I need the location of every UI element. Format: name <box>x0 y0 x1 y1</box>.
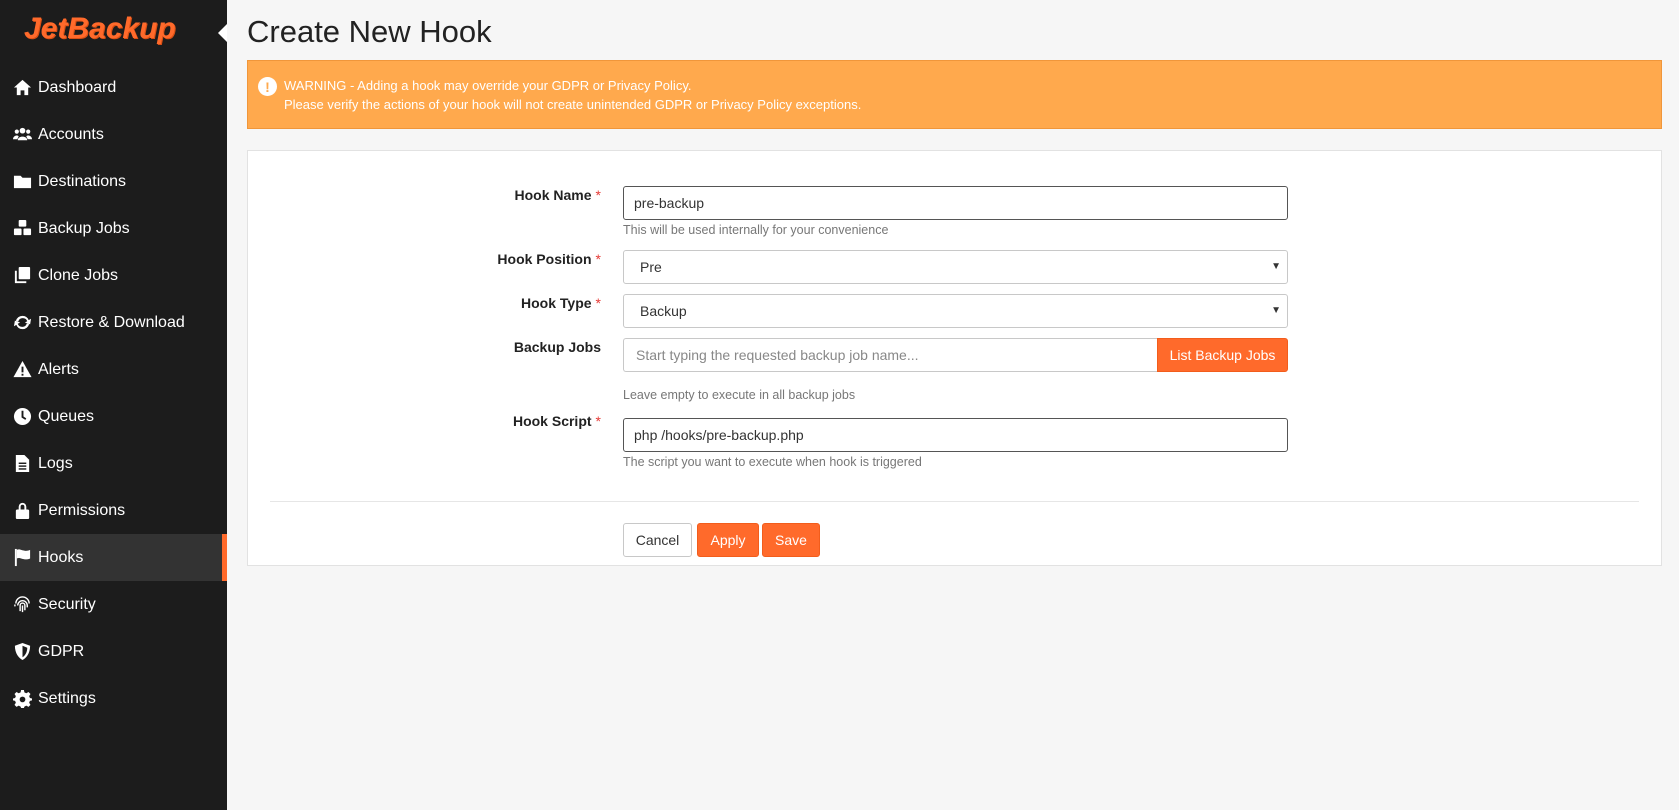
sidebar-item-clone-jobs[interactable]: Clone Jobs <box>0 252 227 299</box>
caret-down-icon: ▼ <box>1271 305 1281 316</box>
users-icon <box>12 125 32 145</box>
hook-form-panel: Hook Name * pre-backup This will be used … <box>247 150 1662 566</box>
sidebar-item-dashboard[interactable]: Dashboard <box>0 64 227 111</box>
apply-button[interactable]: Apply <box>697 523 759 557</box>
hook-position-selected: Pre <box>640 259 662 275</box>
backup-jobs-label-text: Backup Jobs <box>513 339 601 355</box>
clone-icon <box>12 266 32 286</box>
hook-type-label: Hook Type * <box>401 295 601 311</box>
sidebar-item-label: Dashboard <box>38 78 117 96</box>
required-mark: * <box>595 187 601 203</box>
hook-type-selected: Backup <box>640 303 687 319</box>
sidebar-item-label: Alerts <box>38 360 79 378</box>
sidebar-item-label: Permissions <box>38 501 126 519</box>
hook-name-input[interactable]: pre-backup <box>623 186 1288 220</box>
file-icon <box>12 454 32 474</box>
folder-icon <box>12 172 32 192</box>
gdpr-warning-alert: ! WARNING - Adding a hook may override y… <box>247 60 1662 129</box>
hook-name-label: Hook Name * <box>401 187 601 203</box>
required-mark: * <box>595 251 601 267</box>
sidebar-item-label: Settings <box>38 689 96 707</box>
flag-icon <box>12 548 32 568</box>
sync-icon <box>12 313 32 333</box>
lock-icon <box>12 501 32 521</box>
sidebar-item-logs[interactable]: Logs <box>0 440 227 487</box>
sidebar-item-security[interactable]: Security <box>0 581 227 628</box>
alert-text-line2: Please verify the actions of your hook w… <box>284 97 862 112</box>
caret-down-icon: ▼ <box>1271 261 1281 272</box>
sidebar-item-label: GDPR <box>38 642 85 660</box>
sidebar-item-label: Clone Jobs <box>38 266 119 284</box>
sidebar-item-gdpr[interactable]: GDPR <box>0 628 227 675</box>
sidebar: JetBackup Dashboard Accounts Destination… <box>0 0 227 810</box>
alert-text-line1: WARNING - Adding a hook may override you… <box>284 78 692 93</box>
sidebar-collapse-caret-icon[interactable] <box>218 24 227 42</box>
sidebar-item-restore-download[interactable]: Restore & Download <box>0 299 227 346</box>
sidebar-item-label: Destinations <box>38 172 127 190</box>
sidebar-item-destinations[interactable]: Destinations <box>0 158 227 205</box>
page-title: Create New Hook <box>247 14 492 49</box>
sidebar-item-queues[interactable]: Queues <box>0 393 227 440</box>
sidebar-item-label: Backup Jobs <box>38 219 130 237</box>
shield-icon <box>12 642 32 662</box>
hook-position-select[interactable]: Pre ▼ <box>623 250 1288 284</box>
clock-icon <box>12 407 32 427</box>
sidebar-nav: Dashboard Accounts Destinations Backup J… <box>0 64 227 722</box>
sidebar-item-label: Restore & Download <box>38 313 185 331</box>
exclamation-icon: ! <box>258 77 277 96</box>
home-icon <box>12 78 32 98</box>
sidebar-item-label: Logs <box>38 454 73 472</box>
warning-icon <box>12 360 32 380</box>
hook-position-label: Hook Position * <box>401 251 601 267</box>
sidebar-item-permissions[interactable]: Permissions <box>0 487 227 534</box>
sidebar-item-settings[interactable]: Settings <box>0 675 227 722</box>
sidebar-item-label: Accounts <box>38 125 104 143</box>
list-backup-jobs-button[interactable]: List Backup Jobs <box>1157 338 1288 372</box>
gear-icon <box>12 689 32 709</box>
jetbackup-logo[interactable]: JetBackup <box>24 12 176 46</box>
backup-jobs-help: Leave empty to execute in all backup job… <box>623 388 856 402</box>
hook-name-help: This will be used internally for your co… <box>623 223 889 237</box>
hook-script-label: Hook Script * <box>401 413 601 429</box>
hook-type-label-text: Hook Type <box>521 295 592 311</box>
required-mark: * <box>595 413 601 429</box>
sidebar-item-accounts[interactable]: Accounts <box>0 111 227 158</box>
sidebar-item-backup-jobs[interactable]: Backup Jobs <box>0 205 227 252</box>
main-content: Create New Hook ! WARNING - Adding a hoo… <box>227 0 1679 810</box>
cubes-icon <box>12 219 32 239</box>
hook-name-label-text: Hook Name <box>514 187 592 203</box>
hook-script-label-text: Hook Script <box>512 413 592 429</box>
cancel-button[interactable]: Cancel <box>623 523 692 557</box>
hook-position-label-text: Hook Position <box>497 251 592 267</box>
sidebar-item-label: Hooks <box>38 548 84 566</box>
save-button[interactable]: Save <box>762 523 820 557</box>
sidebar-item-label: Security <box>38 595 96 613</box>
required-mark: * <box>595 295 601 311</box>
sidebar-item-hooks[interactable]: Hooks <box>0 534 227 581</box>
sidebar-item-alerts[interactable]: Alerts <box>0 346 227 393</box>
form-divider <box>270 501 1639 502</box>
hook-type-select[interactable]: Backup ▼ <box>623 294 1288 328</box>
hook-script-input[interactable]: php /hooks/pre-backup.php <box>623 418 1288 452</box>
sidebar-item-label: Queues <box>38 407 95 425</box>
brand-header: JetBackup <box>0 0 227 64</box>
backup-jobs-input[interactable]: Start typing the requested backup job na… <box>623 338 1157 372</box>
fingerprint-icon <box>12 595 32 615</box>
backup-jobs-label: Backup Jobs <box>401 339 601 355</box>
hook-script-help: The script you want to execute when hook… <box>623 455 922 469</box>
